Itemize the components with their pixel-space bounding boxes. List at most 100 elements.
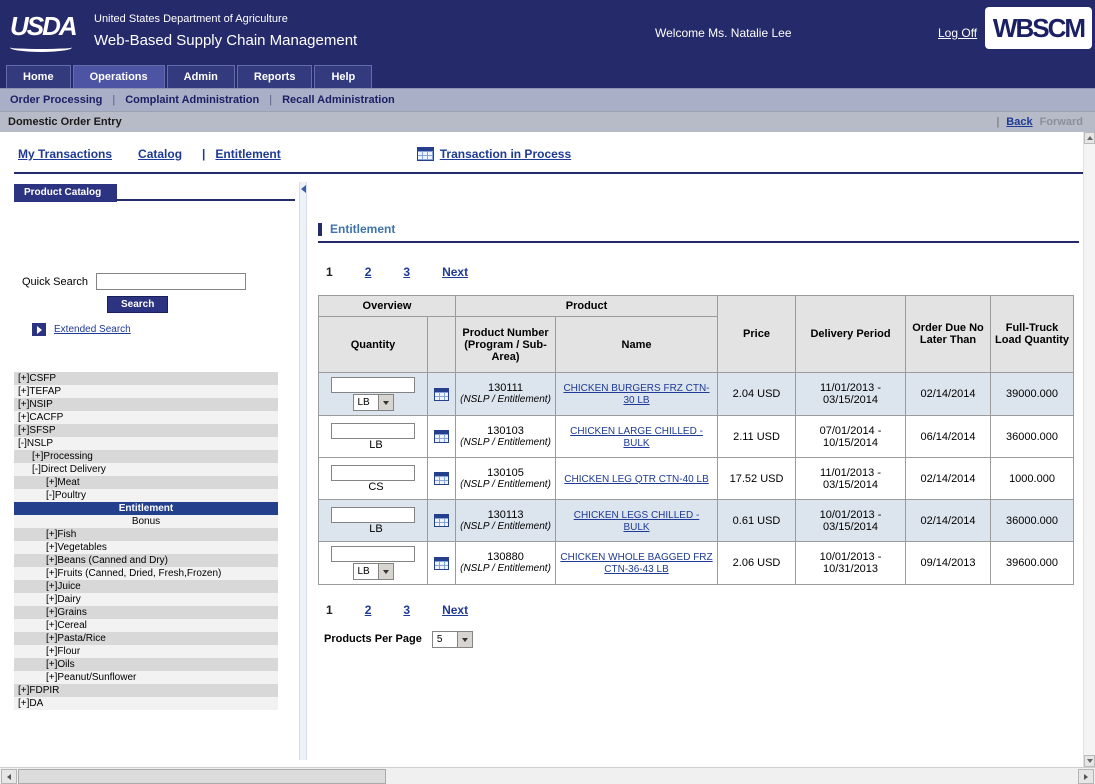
separator: | (269, 94, 272, 106)
tree-item[interactable]: [+]Flour (14, 645, 278, 658)
subnav-item-recall-administration[interactable]: Recall Administration (282, 94, 395, 106)
product-name-link[interactable]: CHICKEN LEG QTR CTN-40 LB (564, 474, 708, 485)
section-header: Entitlement (318, 222, 1079, 243)
product-detail-icon[interactable] (434, 472, 449, 485)
product-name-link[interactable]: CHICKEN BURGERS FRZ CTN-30 LB (563, 383, 709, 406)
unit-label: LB (369, 439, 382, 451)
tree-item[interactable]: [+]Meat (14, 476, 278, 489)
tree-item[interactable]: [+]Fish (14, 528, 278, 541)
tree-item[interactable]: [+]Dairy (14, 593, 278, 606)
page-link[interactable]: 2 (365, 265, 372, 279)
tree-item[interactable]: Bonus (14, 515, 278, 528)
tree-item[interactable]: [+]Pasta/Rice (14, 632, 278, 645)
tab-admin[interactable]: Admin (167, 65, 235, 88)
tree-item[interactable]: [-]NSLP (14, 437, 278, 450)
page-link[interactable]: 2 (365, 603, 372, 617)
tree-item[interactable]: [+]Beans (Canned and Dry) (14, 554, 278, 567)
up-triangle-icon (1087, 136, 1093, 140)
product-detail-icon[interactable] (434, 430, 449, 443)
tab-reports[interactable]: Reports (237, 65, 313, 88)
scroll-down-icon[interactable] (1084, 755, 1095, 767)
product-detail-icon[interactable] (434, 514, 449, 527)
page-current: 1 (326, 265, 333, 279)
usda-swoosh-icon (10, 43, 72, 52)
app-header: USDA United States Department of Agricul… (0, 0, 1095, 62)
tree-item[interactable]: [-]Direct Delivery (14, 463, 278, 476)
tab-help[interactable]: Help (314, 65, 372, 88)
delivery-period-value: 11/01/2013 - 03/15/2014 (796, 373, 906, 416)
expand-arrow-icon[interactable] (32, 323, 46, 336)
tree-item[interactable]: [+]Cereal (14, 619, 278, 632)
order-due-value: 06/14/2014 (906, 416, 991, 458)
tab-home[interactable]: Home (6, 65, 71, 88)
horizontal-scrollbar[interactable] (0, 767, 1095, 784)
tree-item[interactable]: [+]Fruits (Canned, Dried, Fresh,Frozen) (14, 567, 278, 580)
quantity-input[interactable] (331, 377, 415, 393)
product-row: CS130105(NSLP / Entitlement)CHICKEN LEG … (319, 458, 1074, 500)
tree-item[interactable]: [+]CACFP (14, 411, 278, 424)
product-name-link[interactable]: CHICKEN WHOLE BAGGED FRZ CTN-36-43 LB (560, 552, 712, 575)
tree-item[interactable]: [+]FDPIR (14, 684, 278, 697)
tree-item[interactable]: [+]Juice (14, 580, 278, 593)
tree-item[interactable]: [+]TEFAP (14, 385, 278, 398)
quick-search-input[interactable] (96, 273, 246, 290)
unit-select-value: LB (354, 395, 378, 410)
tree-item[interactable]: [+]SFSP (14, 424, 278, 437)
back-link[interactable]: Back (1006, 116, 1032, 128)
catalog-link[interactable]: Catalog (138, 147, 182, 161)
tree-item[interactable]: [+]Processing (14, 450, 278, 463)
quantity-input[interactable] (331, 546, 415, 562)
tree-item[interactable]: [+]Grains (14, 606, 278, 619)
unit-select[interactable]: LB (353, 563, 394, 580)
page-next[interactable]: Next (442, 603, 468, 617)
transaction-in-process-link[interactable]: Transaction in Process (440, 147, 571, 161)
my-transactions-link[interactable]: My Transactions (18, 147, 112, 161)
product-row: LB130113(NSLP / Entitlement)CHICKEN LEGS… (319, 500, 1074, 542)
delivery-period-header: Delivery Period (796, 296, 906, 373)
quantity-input[interactable] (331, 465, 415, 481)
panel-splitter[interactable] (299, 182, 307, 760)
table-header: Overview Product Price Delivery Period O… (319, 296, 1074, 373)
quantity-input[interactable] (331, 423, 415, 439)
tab-operations[interactable]: Operations (73, 65, 165, 88)
subnav-item-complaint-administration[interactable]: Complaint Administration (125, 94, 259, 106)
vertical-scrollbar[interactable] (1083, 132, 1095, 767)
tree-item[interactable]: Entitlement (14, 502, 278, 515)
products-per-page: Products Per Page 5 (318, 629, 1079, 648)
tree-item[interactable]: [+]DA (14, 697, 278, 710)
dropdown-arrow-icon[interactable] (457, 632, 472, 647)
tree-item[interactable]: [+]Vegetables (14, 541, 278, 554)
page-link[interactable]: 3 (403, 603, 410, 617)
product-detail-icon[interactable] (434, 388, 449, 401)
scroll-up-icon[interactable] (1084, 132, 1095, 144)
tree-item[interactable]: [+]NSIP (14, 398, 278, 411)
search-button[interactable]: Search (107, 296, 168, 313)
products-per-page-select[interactable]: 5 (432, 631, 473, 648)
product-detail-icon[interactable] (434, 557, 449, 570)
unit-select[interactable]: LB (353, 394, 394, 411)
dropdown-arrow-icon[interactable] (378, 564, 393, 579)
scroll-left-icon[interactable] (1, 769, 17, 784)
price-value: 17.52 USD (718, 458, 796, 500)
product-number: 130105 (460, 467, 551, 479)
entitlement-link[interactable]: Entitlement (215, 147, 280, 161)
scroll-right-icon[interactable] (1078, 769, 1094, 784)
tree-item[interactable]: [+]Peanut/Sunflower (14, 671, 278, 684)
page-next[interactable]: Next (442, 265, 468, 279)
scrollbar-thumb[interactable] (18, 769, 386, 784)
log-off-link[interactable]: Log Off (938, 26, 977, 40)
app-title: Web-Based Supply Chain Management (94, 32, 357, 49)
tree-item[interactable]: [-]Poultry (14, 489, 278, 502)
full-truck-qty-value: 36000.000 (991, 416, 1074, 458)
subnav-item-order-processing[interactable]: Order Processing (10, 94, 102, 106)
extended-search-link[interactable]: Extended Search (54, 324, 131, 335)
product-name-link[interactable]: CHICKEN LARGE CHILLED - BULK (570, 426, 703, 449)
tree-item[interactable]: [+]CSFP (14, 372, 278, 385)
catalog-header: Product Catalog (14, 182, 295, 201)
collapse-arrow-icon[interactable] (301, 185, 306, 193)
dropdown-arrow-icon[interactable] (378, 395, 393, 410)
product-name-link[interactable]: CHICKEN LEGS CHILLED - BULK (574, 510, 700, 533)
quantity-input[interactable] (331, 507, 415, 523)
page-link[interactable]: 3 (403, 265, 410, 279)
tree-item[interactable]: [+]Oils (14, 658, 278, 671)
